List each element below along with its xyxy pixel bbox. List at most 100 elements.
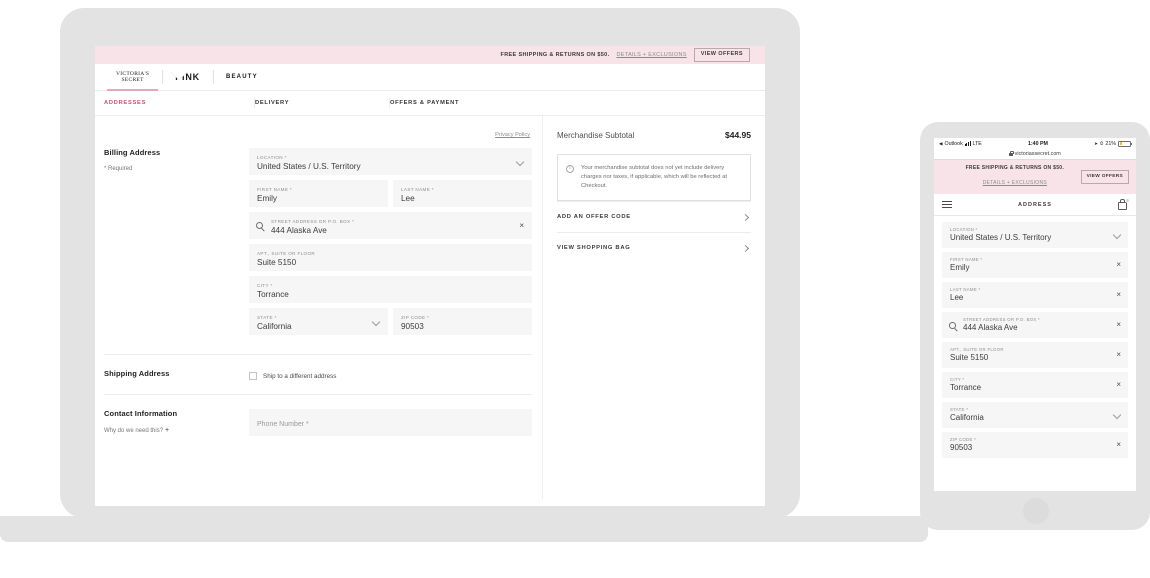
mobile-zip-field[interactable]: ZIP CODE * 90503 × (942, 432, 1128, 458)
status-bar-right: ➤ ⏲ 21% (1094, 140, 1132, 147)
step-addresses[interactable]: ADDRESSES (95, 91, 255, 115)
city-field[interactable]: CITY * Torrance (249, 276, 532, 303)
step-offers-payment[interactable]: OFFERS & PAYMENT (389, 91, 765, 115)
back-arrow-icon[interactable]: ◀ (939, 141, 942, 147)
apt-value: Suite 5150 (257, 258, 297, 267)
ship-different-address-row[interactable]: Ship to a different address (249, 369, 532, 380)
hamburger-menu-icon[interactable] (942, 201, 952, 208)
mobile-last-name-field[interactable]: LAST NAME * Lee × (942, 282, 1128, 308)
mobile-first-name-field[interactable]: FIRST NAME * Emily × (942, 252, 1128, 278)
phone-screen: ◀ Outlook LTE 1:40 PM ➤ ⏲ 21% victoriass… (934, 138, 1136, 491)
phone-device-mockup: ◀ Outlook LTE 1:40 PM ➤ ⏲ 21% victoriass… (920, 122, 1150, 532)
mobile-location-field[interactable]: LOCATION * United States / U.S. Territor… (942, 222, 1128, 248)
clear-icon[interactable]: × (1116, 380, 1121, 389)
location-value: United States / U.S. Territory (257, 162, 361, 171)
checkout-body: Billing Address * Required Privacy Polic… (95, 116, 765, 499)
clear-icon[interactable]: × (519, 221, 524, 230)
status-bar-left: ◀ Outlook LTE (939, 141, 982, 147)
mobile-street-address-field[interactable]: STREET ADDRESS OR P.O. BOX * 444 Alaska … (942, 312, 1128, 338)
view-offers-button[interactable]: VIEW OFFERS (693, 48, 750, 62)
last-name-field[interactable]: LAST NAME * Lee (393, 180, 532, 207)
contact-information-section: Contact Information Why do we need this?… (104, 409, 532, 455)
clear-icon[interactable]: × (1116, 440, 1121, 449)
shipping-address-labels: Shipping Address (104, 369, 249, 380)
phone-home-button[interactable] (1023, 498, 1049, 524)
merchandise-subtotal-row: Merchandise Subtotal $44.95 (557, 130, 751, 140)
status-bar-battery-pct: 21% (1105, 140, 1116, 147)
clear-icon[interactable]: × (1116, 350, 1121, 359)
safari-url-bar[interactable]: victoriassecret.com (934, 149, 1136, 160)
mobile-location-value: United States / U.S. Territory (950, 233, 1052, 243)
info-icon (566, 165, 574, 173)
order-summary-panel: Merchandise Subtotal $44.95 Your merchan… (542, 116, 765, 499)
mobile-street-address-value: 444 Alaska Ave (963, 323, 1018, 333)
state-value: California (257, 322, 292, 331)
mobile-address-form: LOCATION * United States / U.S. Territor… (934, 216, 1136, 458)
contact-information-labels: Contact Information Why do we need this?… (104, 409, 249, 441)
shopping-bag-icon[interactable] (1118, 198, 1130, 210)
mobile-apt-value: Suite 5150 (950, 353, 989, 363)
phone-number-field[interactable]: Phone Number * (249, 409, 532, 436)
privacy-policy-link[interactable]: Privacy Policy (495, 132, 530, 138)
clear-icon[interactable]: × (1116, 290, 1121, 299)
active-step-caret-icon (170, 71, 188, 79)
shipping-address-title: Shipping Address (104, 369, 170, 378)
location-field[interactable]: LOCATION * United States / U.S. Territor… (249, 148, 532, 175)
search-icon (256, 222, 263, 229)
step-delivery[interactable]: DELIVERY (254, 91, 390, 115)
mobile-city-field[interactable]: CITY * Torrance × (942, 372, 1128, 398)
chevron-down-icon (1112, 230, 1122, 240)
promo-details-link[interactable]: DETAILS + EXCLUSIONS (616, 52, 686, 58)
bag-body (1118, 202, 1127, 210)
ios-status-bar: ◀ Outlook LTE 1:40 PM ➤ ⏲ 21% (934, 138, 1136, 149)
first-name-field[interactable]: FIRST NAME * Emily (249, 180, 388, 207)
ship-different-label: Ship to a different address (263, 372, 337, 380)
clear-icon[interactable]: × (1116, 320, 1121, 329)
apt-field[interactable]: APT., SUITE OR FLOOR Suite 5150 (249, 244, 532, 271)
zip-value: 90503 (401, 322, 424, 331)
contact-fields: Phone Number * (249, 409, 532, 441)
search-icon (949, 322, 956, 329)
promo-banner-text: FREE SHIPPING & RETURNS ON $50. (500, 52, 610, 58)
city-value: Torrance (257, 290, 289, 299)
mobile-first-name-value: Emily (950, 263, 970, 273)
bag-badge (1125, 198, 1130, 203)
contact-information-title: Contact Information (104, 409, 178, 418)
clear-icon[interactable]: × (1116, 260, 1121, 269)
subtotal-info-box: Your merchandise subtotal does not yet i… (557, 154, 751, 201)
mobile-state-field[interactable]: STATE * California (942, 402, 1128, 428)
plus-icon[interactable]: + (165, 427, 169, 434)
state-field[interactable]: STATE * California (249, 308, 388, 335)
why-need-this-label: Why do we need this? (104, 428, 164, 434)
why-need-this-row[interactable]: Why do we need this? + (104, 427, 249, 434)
merchandise-subtotal-label: Merchandise Subtotal (557, 131, 635, 140)
mobile-city-value: Torrance (950, 383, 982, 393)
location-arrow-icon: ➤ (1094, 140, 1098, 146)
alarm-icon: ⏲ (1099, 141, 1104, 146)
view-shopping-bag-row[interactable]: VIEW SHOPPING BAG (557, 232, 751, 263)
state-zip-row: STATE * California ZIP CODE * 90503 (249, 308, 532, 340)
billing-address-title: Billing Address (104, 148, 161, 157)
mobile-apt-field[interactable]: APT., SUITE OR FLOOR Suite 5150 × (942, 342, 1128, 368)
street-address-field[interactable]: STREET ADDRESS OR P.O. BOX * 444 Alaska … (249, 212, 532, 239)
add-offer-code-row[interactable]: ADD AN OFFER CODE (557, 201, 751, 232)
mobile-promo-details-link[interactable]: DETAILS + EXCLUSIONS (983, 180, 1047, 186)
merchandise-subtotal-value: $44.95 (725, 130, 751, 140)
ship-different-checkbox[interactable] (249, 372, 257, 380)
checkout-form-column: Billing Address * Required Privacy Polic… (95, 116, 542, 499)
checkout-step-nav: ADDRESSES DELIVERY OFFERS & PAYMENT (95, 91, 765, 116)
last-name-value: Lee (401, 194, 415, 203)
mobile-promo-banner: FREE SHIPPING & RETURNS ON $50. DETAILS … (934, 160, 1136, 194)
shipping-address-fields: Ship to a different address (249, 369, 532, 380)
brand-tab-victorias-secret[interactable]: VICTORIA'S SECRET (103, 64, 162, 91)
shipping-address-section: Shipping Address Ship to a different add… (104, 369, 532, 394)
brand-tab-beauty[interactable]: BEAUTY (212, 64, 271, 90)
status-bar-app-name: Outlook (944, 140, 963, 147)
brand-tab-vs-line2: SECRET (121, 77, 144, 83)
view-shopping-bag-label: VIEW SHOPPING BAG (557, 245, 631, 251)
billing-address-section: Billing Address * Required Privacy Polic… (104, 132, 532, 354)
zip-field[interactable]: ZIP CODE * 90503 (393, 308, 532, 335)
mobile-promo-text: FREE SHIPPING & RETURNS ON $50. (965, 165, 1065, 171)
section-divider (104, 394, 532, 395)
mobile-view-offers-button[interactable]: VIEW OFFERS (1080, 169, 1129, 185)
